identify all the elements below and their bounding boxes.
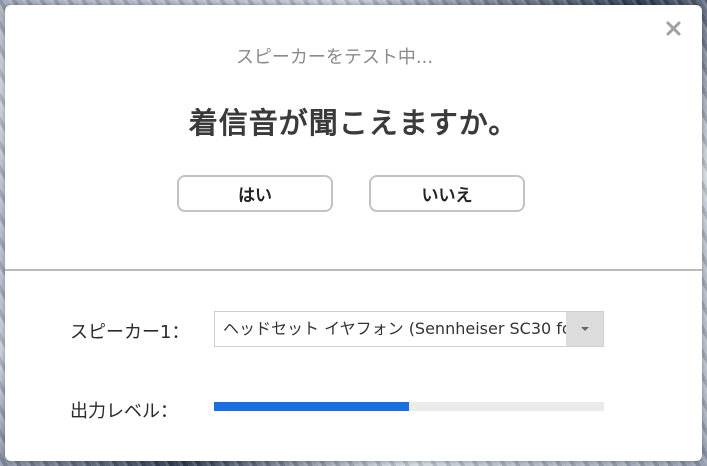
question-heading: 着信音が聞こえますか。 — [188, 106, 519, 140]
speaker-select-value: ヘッドセット イヤフォン (Sennheiser SC30 fo... — [223, 319, 566, 338]
speaker-test-dialog: スピーカーをテスト中... 着信音が聞こえますか。 はい いいえ スピーカー1：… — [5, 5, 702, 461]
output-level-meter — [214, 402, 604, 411]
no-button-label: いいえ — [421, 186, 473, 206]
divider — [5, 269, 702, 271]
caret-down-icon — [580, 327, 589, 331]
speaker-label: スピーカー1： — [70, 322, 190, 343]
output-level-fill — [214, 402, 409, 411]
yes-button[interactable]: はい — [177, 175, 333, 212]
no-button[interactable]: いいえ — [369, 175, 525, 212]
dropdown-button[interactable] — [566, 312, 603, 346]
speaker-select[interactable]: ヘッドセット イヤフォン (Sennheiser SC30 fo... — [214, 311, 604, 347]
status-text: スピーカーをテスト中... — [235, 47, 434, 68]
output-level-label: 出力レベル： — [70, 401, 178, 422]
close-button[interactable] — [664, 19, 684, 39]
close-icon — [666, 21, 681, 36]
yes-button-label: はい — [238, 186, 272, 206]
